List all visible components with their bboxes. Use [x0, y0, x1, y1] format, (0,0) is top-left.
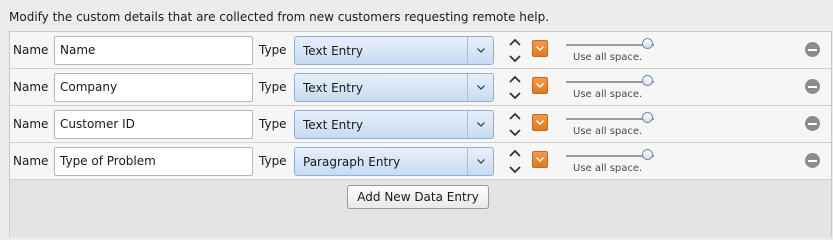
chevron-down-icon	[467, 111, 493, 138]
minus-circle-icon[interactable]	[805, 153, 820, 168]
field-name-input[interactable]: Name	[54, 36, 253, 65]
field-row: Name Company Type Text Entry Use all spa…	[10, 69, 831, 106]
field-menu-button[interactable]	[532, 40, 548, 57]
chevron-down-icon	[536, 157, 544, 162]
minus-circle-icon[interactable]	[805, 79, 820, 94]
up-down-chevron-icon[interactable]	[508, 36, 522, 66]
slider-caption: Use all space.	[573, 163, 643, 174]
field-row: Name Name Type Text Entry Use all space.	[10, 32, 831, 69]
chevron-down-icon	[467, 148, 493, 175]
name-label: Name	[13, 117, 49, 131]
width-slider[interactable]	[566, 118, 654, 120]
width-slider[interactable]	[566, 81, 654, 83]
type-label: Type	[259, 43, 287, 57]
field-type-select[interactable]: Paragraph Entry	[294, 147, 494, 176]
custom-fields-panel: Name Name Type Text Entry Use all space.…	[9, 31, 832, 237]
chevron-down-icon	[536, 46, 544, 51]
up-down-chevron-icon[interactable]	[508, 110, 522, 140]
slider-caption: Use all space.	[573, 126, 643, 137]
minus-circle-icon[interactable]	[805, 42, 820, 57]
width-slider[interactable]	[566, 155, 654, 157]
slider-caption: Use all space.	[573, 89, 643, 100]
chevron-down-icon	[467, 37, 493, 64]
field-type-select[interactable]: Text Entry	[294, 73, 494, 102]
up-down-chevron-icon[interactable]	[508, 73, 522, 103]
field-type-value: Paragraph Entry	[303, 155, 401, 169]
width-slider-knob[interactable]	[642, 149, 653, 160]
add-new-data-entry-button[interactable]: Add New Data Entry	[347, 185, 489, 209]
type-label: Type	[259, 154, 287, 168]
type-label: Type	[259, 117, 287, 131]
name-label: Name	[13, 80, 49, 94]
field-menu-button[interactable]	[532, 114, 548, 131]
field-menu-button[interactable]	[532, 151, 548, 168]
chevron-down-icon	[467, 74, 493, 101]
width-slider-knob[interactable]	[642, 75, 653, 86]
name-label: Name	[13, 154, 49, 168]
up-down-chevron-icon[interactable]	[508, 147, 522, 177]
field-menu-button[interactable]	[532, 77, 548, 94]
field-row: Name Customer ID Type Text Entry Use all…	[10, 106, 831, 143]
width-slider-knob[interactable]	[642, 112, 653, 123]
field-type-value: Text Entry	[303, 44, 364, 58]
field-type-value: Text Entry	[303, 81, 364, 95]
chevron-down-icon	[536, 120, 544, 125]
instructions-text: Modify the custom details that are colle…	[9, 10, 550, 24]
field-type-select[interactable]: Text Entry	[294, 110, 494, 139]
field-type-select[interactable]: Text Entry	[294, 36, 494, 65]
slider-caption: Use all space.	[573, 52, 643, 63]
field-name-input[interactable]: Type of Problem	[54, 147, 253, 176]
name-label: Name	[13, 43, 49, 57]
field-row: Name Type of Problem Type Paragraph Entr…	[10, 143, 831, 180]
field-name-input[interactable]: Customer ID	[54, 110, 253, 139]
field-type-value: Text Entry	[303, 118, 364, 132]
type-label: Type	[259, 80, 287, 94]
width-slider-knob[interactable]	[642, 38, 653, 49]
chevron-down-icon	[536, 83, 544, 88]
width-slider[interactable]	[566, 44, 654, 46]
minus-circle-icon[interactable]	[805, 116, 820, 131]
field-name-input[interactable]: Company	[54, 73, 253, 102]
